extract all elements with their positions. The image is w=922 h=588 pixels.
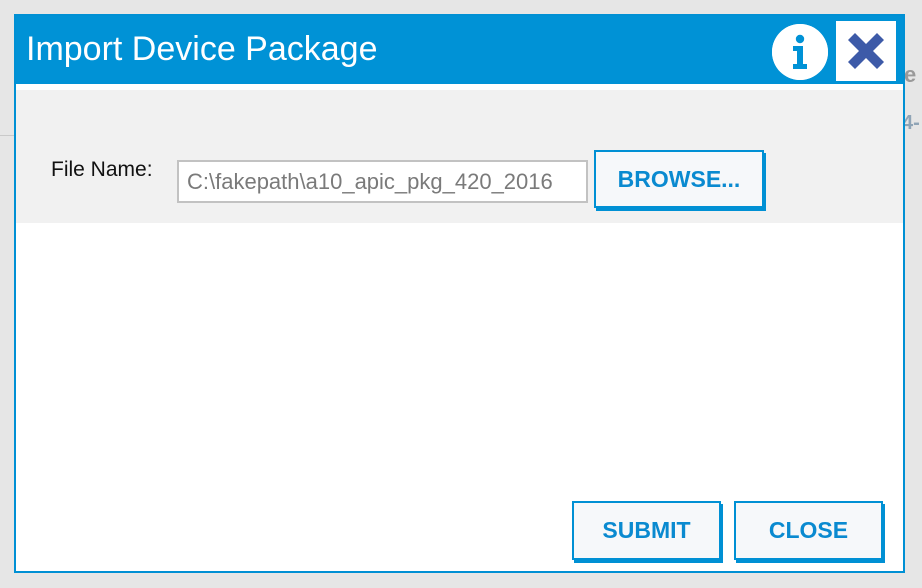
info-icon (772, 24, 828, 80)
browse-button[interactable]: BROWSE... (594, 150, 764, 208)
background-text: e (904, 62, 917, 87)
close-button[interactable]: CLOSE (734, 501, 883, 560)
file-name-label: File Name: (51, 158, 153, 181)
import-device-package-dialog: Import Device Package File Name: BROWSE.… (14, 14, 905, 573)
dialog-titlebar: Import Device Package (16, 16, 903, 84)
file-form-section: File Name: BROWSE... (16, 90, 903, 223)
dialog-title: Import Device Package (26, 30, 378, 68)
submit-button[interactable]: SUBMIT (572, 501, 721, 560)
close-icon (836, 21, 896, 81)
info-button[interactable] (772, 24, 828, 80)
file-name-input[interactable] (177, 160, 588, 203)
close-x-button[interactable] (836, 21, 896, 81)
